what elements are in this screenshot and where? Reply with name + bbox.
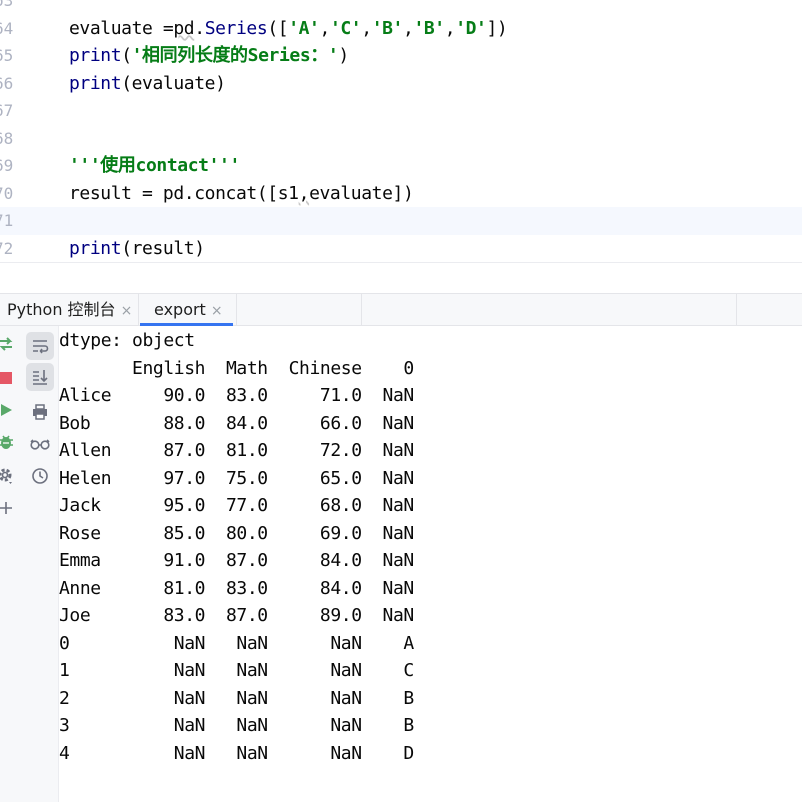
code-token: 'D' [455, 17, 487, 39]
code-token: ]) [486, 17, 508, 39]
console-side-toolbar [18, 326, 59, 802]
code-token: , [298, 182, 310, 204]
console-line: 4 NaN NaN NaN D [59, 742, 414, 764]
code-text: '''使用contact''' [69, 152, 240, 180]
code-token: (result) [121, 237, 205, 259]
code-token: evaluate]) [309, 182, 414, 204]
editor-tool-gap [0, 263, 802, 293]
console-line: 0 NaN NaN NaN A [59, 632, 414, 654]
tab-label: export [154, 300, 206, 319]
line-number: 67 [0, 101, 14, 120]
line-number: 72 [0, 238, 14, 258]
console-left-toolbar [0, 326, 19, 802]
line-number: 70 [0, 183, 14, 203]
code-token: ) [338, 45, 349, 66]
line-number: 64 [0, 18, 14, 38]
tab-divider [736, 294, 737, 326]
close-icon[interactable]: × [211, 303, 223, 319]
code-token: ( [121, 45, 132, 66]
code-token: , [444, 17, 456, 39]
code-token: print [69, 237, 122, 259]
code-token: 'B' [371, 17, 404, 39]
code-text: evaluate =pd.Series(['A','C','B','B','D'… [69, 15, 508, 43]
code-token: print [69, 72, 122, 94]
tab-export[interactable]: export × [140, 294, 233, 326]
tab-divider [361, 294, 362, 326]
plus-icon[interactable] [0, 498, 16, 518]
code-token: , [319, 17, 331, 39]
run-icon[interactable] [0, 400, 16, 420]
line-number: 65 [0, 46, 14, 65]
tab-label: Python 控制台 [7, 300, 116, 319]
history-icon[interactable] [26, 462, 54, 490]
console-line: Anne 81.0 83.0 84.0 NaN [59, 577, 414, 599]
soft-wrap-icon[interactable] [26, 332, 54, 360]
tool-window-tab-bar: Python 控制台 × export × [0, 293, 802, 326]
tab-divider [138, 294, 139, 326]
scroll-to-end-icon[interactable] [26, 363, 54, 391]
code-token: print [69, 45, 122, 66]
line-number: 66 [0, 73, 14, 93]
code-line[interactable]: 71 [0, 207, 802, 235]
line-number: 71 [0, 211, 14, 230]
print-icon[interactable] [26, 398, 54, 426]
code-line[interactable]: 67 [0, 97, 802, 125]
console-line: dtype: object [59, 330, 195, 351]
code-text: print(result) [69, 235, 205, 263]
code-editor[interactable]: 6364evaluate =pd.Series(['A','C','B','B'… [0, 0, 802, 262]
console-line: Alice 90.0 83.0 71.0 NaN [59, 385, 414, 406]
glasses-icon[interactable] [26, 430, 54, 458]
code-text: print(evaluate) [69, 70, 226, 98]
code-token: evaluate = [69, 17, 174, 39]
code-text: print('相同列长度的Series：') [69, 42, 349, 70]
code-line[interactable]: 69 '''使用contact''' [0, 152, 802, 180]
code-line[interactable]: 65 print('相同列长度的Series：') [0, 42, 802, 70]
code-line[interactable]: 66 print(evaluate) [0, 70, 802, 98]
console-output[interactable]: dtype: object English Math Chinese 0 Alic… [59, 326, 802, 802]
code-token: '''使用contact''' [69, 155, 240, 176]
stop-icon[interactable] [0, 368, 16, 388]
code-token: 'A' [288, 17, 320, 39]
console-line: English Math Chinese 0 [59, 357, 414, 379]
console-line: 2 NaN NaN NaN B [59, 687, 414, 709]
code-token: , [361, 17, 372, 39]
line-number: 69 [0, 156, 14, 175]
close-icon[interactable]: × [121, 303, 133, 319]
console-line: Allen 87.0 81.0 72.0 NaN [59, 440, 414, 461]
gear-icon[interactable] [0, 466, 16, 486]
code-token: 'C' [329, 17, 362, 39]
line-number: 68 [0, 128, 14, 148]
code-text: result = pd.concat([s1,evaluate]) [69, 180, 414, 208]
console-line: 1 NaN NaN NaN C [59, 660, 414, 681]
rerun-icon[interactable] [0, 334, 16, 354]
console-line: Helen 97.0 75.0 65.0 NaN [59, 467, 414, 489]
console-line: Bob 88.0 84.0 66.0 NaN [59, 412, 414, 434]
console-line: Jack 95.0 77.0 68.0 NaN [59, 495, 414, 516]
console-line: Joe 83.0 87.0 89.0 NaN [59, 605, 414, 626]
console-line: Rose 85.0 80.0 69.0 NaN [59, 522, 414, 544]
code-token: Series [204, 17, 268, 39]
console-line: 3 NaN NaN NaN B [59, 715, 414, 736]
code-line[interactable]: 72 print(result) [0, 235, 802, 263]
code-token: 'B' [413, 17, 445, 39]
code-line[interactable]: 63 [0, 0, 802, 15]
code-token: , [403, 17, 414, 39]
code-token: pd [173, 17, 195, 39]
tab-divider [236, 294, 237, 326]
code-token: result = pd.concat([s1 [69, 182, 299, 204]
code-line[interactable]: 70 result = pd.concat([s1,evaluate]) [0, 180, 802, 208]
code-line[interactable]: 64evaluate =pd.Series(['A','C','B','B','… [0, 15, 802, 43]
code-token: '相同列长度的Series：' [131, 45, 339, 66]
code-token: . [194, 17, 205, 39]
code-token: (evaluate) [121, 72, 226, 94]
code-token: ([ [267, 17, 289, 39]
tab-python-console[interactable]: Python 控制台 × [7, 294, 132, 326]
debug-icon[interactable] [0, 432, 16, 452]
console-line: Emma 91.0 87.0 84.0 NaN [59, 550, 414, 571]
code-line[interactable]: 68 [0, 125, 802, 153]
line-number: 63 [0, 0, 14, 10]
